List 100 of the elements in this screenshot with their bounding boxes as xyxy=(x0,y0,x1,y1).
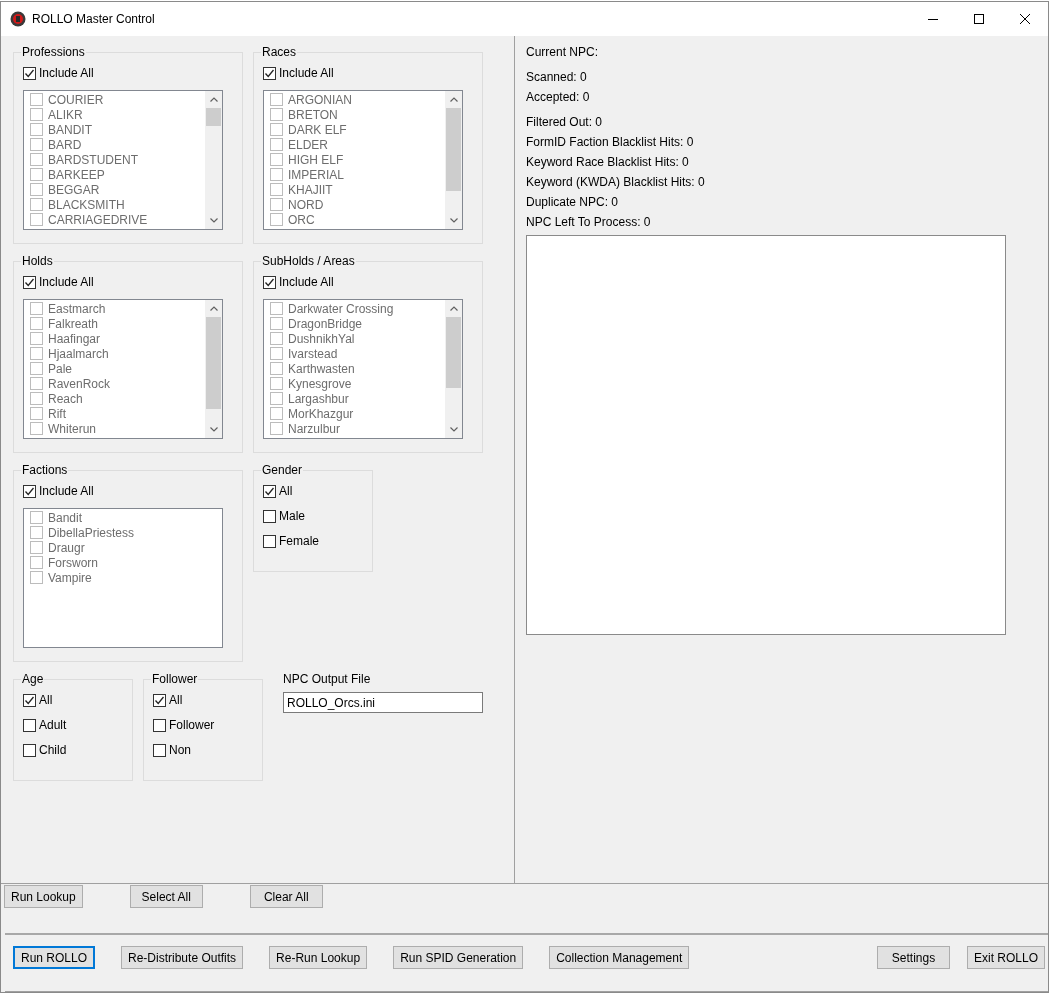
list-checkbox[interactable] xyxy=(270,93,283,106)
checkbox-label[interactable]: Non xyxy=(169,743,191,758)
list-item-label[interactable]: BARD xyxy=(48,137,82,152)
list-item-label[interactable]: BLACKSMITH xyxy=(48,197,125,212)
list-checkbox[interactable] xyxy=(30,317,43,330)
action-button[interactable]: Re-Distribute Outfits xyxy=(121,946,244,969)
list-item-label[interactable]: CARRIAGEDRIVE xyxy=(48,212,148,227)
checklist-box[interactable]: Eastmarch Falkreath Haafingar Hjaalmarch Pale RavenRock Reach Rift Whiterun xyxy=(23,299,223,439)
scrollbar-thumb[interactable] xyxy=(446,317,461,388)
checkbox-label[interactable]: Include All xyxy=(39,275,94,290)
list-item-label[interactable]: Hjaalmarch xyxy=(48,346,109,361)
action-button[interactable]: Settings xyxy=(876,946,950,969)
list-checkbox[interactable] xyxy=(270,332,283,345)
checklist-box[interactable]: COURIER ALIKR BANDIT BARD BARDSTUDENT BARKEEP BEGGAR BLACKSMITH CARRIAGEDRIVE xyxy=(23,90,223,230)
list-item-label[interactable]: HIGH ELF xyxy=(288,152,344,167)
list-item-label[interactable]: BARDSTUDENT xyxy=(48,152,138,167)
list-checkbox[interactable] xyxy=(270,392,283,405)
list-checkbox[interactable] xyxy=(30,93,43,106)
checkbox[interactable] xyxy=(23,276,36,289)
checkbox-label[interactable]: Include All xyxy=(279,275,334,290)
list-checkbox[interactable] xyxy=(30,183,43,196)
checkbox[interactable] xyxy=(263,510,276,523)
list-item-label[interactable]: DibellaPriestess xyxy=(48,525,135,540)
action-button[interactable]: Exit ROLLO xyxy=(966,946,1045,969)
list-item-label[interactable]: Darkwater Crossing xyxy=(288,301,394,316)
list-item-label[interactable]: RavenRock xyxy=(48,376,111,391)
list-item-label[interactable]: Vampire xyxy=(48,570,92,585)
list-item-label[interactable]: Bandit xyxy=(48,510,83,525)
list-checkbox[interactable] xyxy=(30,138,43,151)
checkbox[interactable] xyxy=(153,694,166,707)
checkbox-label[interactable]: Include All xyxy=(39,484,94,499)
list-checkbox[interactable] xyxy=(30,302,43,315)
list-item-label[interactable]: Rift xyxy=(48,406,66,421)
list-item-label[interactable]: DARK ELF xyxy=(288,122,347,137)
lookup-button[interactable]: Clear All xyxy=(249,885,323,908)
list-checkbox[interactable] xyxy=(270,422,283,435)
list-item-label[interactable]: IMPERIAL xyxy=(288,167,344,182)
checkbox[interactable] xyxy=(263,67,276,80)
list-checkbox[interactable] xyxy=(30,168,43,181)
list-checkbox[interactable] xyxy=(270,407,283,420)
list-item-label[interactable]: Falkreath xyxy=(48,316,99,331)
list-item-label[interactable]: Forsworn xyxy=(48,555,98,570)
list-checkbox[interactable] xyxy=(30,556,43,569)
list-item-label[interactable]: Whiterun xyxy=(48,421,97,436)
list-item-label[interactable]: BANDIT xyxy=(48,122,92,137)
checkbox-label[interactable]: Adult xyxy=(39,718,67,733)
list-item-label[interactable]: Ivarstead xyxy=(288,346,338,361)
lookup-button[interactable]: Run Lookup xyxy=(4,885,83,908)
checkbox-label[interactable]: All xyxy=(169,693,183,708)
checkbox[interactable] xyxy=(153,744,166,757)
list-item-label[interactable]: COURIER xyxy=(48,92,104,107)
list-item-label[interactable]: NORD xyxy=(288,197,324,212)
checkbox[interactable] xyxy=(23,485,36,498)
checkbox-label[interactable]: All xyxy=(39,693,53,708)
checkbox-label[interactable]: Female xyxy=(279,534,319,549)
list-checkbox[interactable] xyxy=(30,108,43,121)
action-button[interactable]: Collection Management xyxy=(549,946,690,969)
list-checkbox[interactable] xyxy=(30,407,43,420)
output-file-field[interactable]: ROLLO_Orcs.ini xyxy=(283,692,483,713)
list-checkbox[interactable] xyxy=(30,377,43,390)
list-checkbox[interactable] xyxy=(30,392,43,405)
checkbox-label[interactable]: Follower xyxy=(169,718,215,733)
list-item-label[interactable]: Reach xyxy=(48,391,83,406)
list-item-label[interactable]: KHAJIIT xyxy=(288,182,333,197)
list-item-label[interactable]: Eastmarch xyxy=(48,301,106,316)
list-item-label[interactable]: ELDER xyxy=(288,137,328,152)
checkbox-label[interactable]: Male xyxy=(279,509,305,524)
checkbox-label[interactable]: Include All xyxy=(39,66,94,81)
list-checkbox[interactable] xyxy=(270,302,283,315)
checkbox[interactable] xyxy=(23,744,36,757)
checklist-box[interactable]: Bandit DibellaPriestess Draugr Forsworn Vampire xyxy=(23,508,223,648)
checkbox[interactable] xyxy=(263,276,276,289)
checkbox-label[interactable]: All xyxy=(279,484,293,499)
list-item-label[interactable]: Draugr xyxy=(48,540,85,555)
list-checkbox[interactable] xyxy=(30,511,43,524)
checkbox[interactable] xyxy=(23,67,36,80)
scrollbar[interactable] xyxy=(445,300,462,438)
list-checkbox[interactable] xyxy=(270,377,283,390)
list-checkbox[interactable] xyxy=(30,332,43,345)
list-checkbox[interactable] xyxy=(270,213,283,226)
scrollbar-thumb[interactable] xyxy=(446,108,461,191)
list-item-label[interactable]: Narzulbur xyxy=(288,421,341,436)
list-checkbox[interactable] xyxy=(270,362,283,375)
checklist-box[interactable]: Darkwater Crossing DragonBridge DushnikhYal Ivarstead Karthwasten Kynesgrove Largashbur MorKhazgur Narzulbur xyxy=(263,299,463,439)
checkbox[interactable] xyxy=(263,535,276,548)
list-checkbox[interactable] xyxy=(30,198,43,211)
list-checkbox[interactable] xyxy=(270,153,283,166)
list-item-label[interactable]: BARKEEP xyxy=(48,167,105,182)
action-button[interactable]: Re-Run Lookup xyxy=(269,946,368,969)
list-item-label[interactable]: Karthwasten xyxy=(288,361,355,376)
scrollbar[interactable] xyxy=(205,300,222,438)
list-checkbox[interactable] xyxy=(30,347,43,360)
action-button[interactable]: Run ROLLO xyxy=(13,946,96,969)
list-item-label[interactable]: DragonBridge xyxy=(288,316,363,331)
list-checkbox[interactable] xyxy=(270,198,283,211)
checkbox[interactable] xyxy=(153,719,166,732)
list-checkbox[interactable] xyxy=(270,317,283,330)
list-checkbox[interactable] xyxy=(270,123,283,136)
list-checkbox[interactable] xyxy=(270,183,283,196)
log-textbox[interactable] xyxy=(526,235,1006,635)
